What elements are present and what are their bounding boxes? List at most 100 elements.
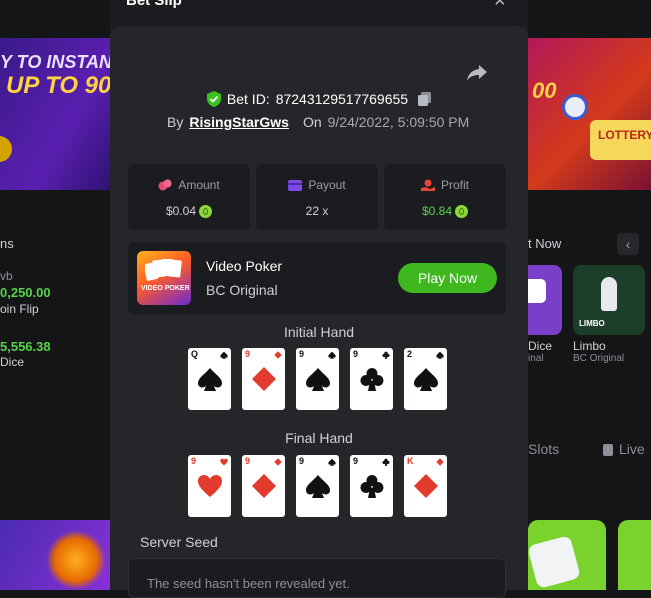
tile2-name: Limbo xyxy=(573,339,606,353)
spade-suit-icon xyxy=(220,351,228,359)
spade-suit-icon xyxy=(436,351,444,359)
promo-banner-right[interactable]: 00 LOTTERY xyxy=(528,38,651,190)
server-seed-label: Server Seed xyxy=(140,534,218,550)
server-seed-field: The seed hasn't been revealed yet. xyxy=(128,558,506,598)
win1-amount: 0,250.00 xyxy=(0,285,51,300)
coins-icon xyxy=(158,179,172,191)
promo-card-bottom-left[interactable] xyxy=(0,520,112,590)
copy-icon[interactable] xyxy=(418,92,432,106)
game-name: Video Poker xyxy=(206,258,283,274)
diamond-suit-icon xyxy=(274,351,282,359)
game-info-row: VIDEO POKER Video Poker BC Original Play… xyxy=(128,242,506,314)
final-hand-card-4: 9 xyxy=(350,455,393,517)
username-link[interactable]: RisingStarGws xyxy=(189,114,289,130)
card-rank: 9 xyxy=(299,456,305,466)
spade-suit-icon xyxy=(306,475,330,498)
lottery-ball-icon xyxy=(562,94,588,120)
currency-coin-icon xyxy=(199,204,213,218)
tab-slots[interactable]: Slots xyxy=(528,441,559,457)
final-hand: 9 9 9 9 K xyxy=(188,455,447,517)
banner-left-line1: Y TO INSTANTLY xyxy=(0,52,112,72)
spade-suit-icon xyxy=(328,458,336,466)
stat-profit-value: $0.84 xyxy=(421,204,453,218)
club-suit-icon xyxy=(360,368,384,391)
banner-left-line2: UP TO 90% xyxy=(6,72,112,99)
banner-right-ticket-text: LOTTERY xyxy=(598,128,651,142)
bet-datetime: 9/24/2022, 5:09:50 PM xyxy=(327,114,470,130)
club-suit-icon xyxy=(360,475,384,498)
limbo-tile-title: LIMBO xyxy=(579,319,605,328)
stat-amount-value: $0.04 xyxy=(165,204,197,218)
hand-coin-icon xyxy=(420,179,435,191)
wins-heading: ns xyxy=(0,236,14,251)
initial-hand-card-2: 9 xyxy=(242,348,285,410)
stat-profit-label: Profit xyxy=(440,178,469,192)
game-tile-limbo[interactable]: LIMBO xyxy=(573,265,645,335)
by-label: By xyxy=(167,114,184,130)
wallet-icon xyxy=(288,180,303,191)
currency-coin-icon xyxy=(455,204,469,218)
final-hand-card-2: 9 xyxy=(242,455,285,517)
card-rank: Q xyxy=(191,349,199,359)
thumbnail-title: VIDEO POKER xyxy=(141,285,190,292)
burst-graphic xyxy=(46,530,106,590)
card-rank: 9 xyxy=(353,456,359,466)
play-now-button[interactable]: Play Now xyxy=(398,263,497,293)
on-label: On xyxy=(302,114,322,130)
club-suit-icon xyxy=(382,351,390,359)
win1-game: oin Flip xyxy=(0,302,39,316)
tile1-name: Dice xyxy=(528,339,553,353)
initial-hand-card-5: 2 xyxy=(404,348,447,410)
bet-id-label: Bet ID: xyxy=(226,91,270,107)
spade-suit-icon xyxy=(306,368,330,391)
spade-suit-icon xyxy=(328,351,336,359)
card-rank: 2 xyxy=(407,349,413,359)
stat-amount: Amount $0.04 xyxy=(128,164,250,230)
tab-live[interactable]: Live xyxy=(603,441,645,457)
initial-hand-card-1: Q xyxy=(188,348,231,410)
bet-slip-modal: Bet Slip × Bet ID: 87243129517769655 By … xyxy=(110,0,528,598)
heart-suit-icon xyxy=(198,475,222,497)
game-card-bottom-right[interactable] xyxy=(618,520,651,590)
card-rank: 9 xyxy=(191,456,197,466)
tile2-sub: BC Original xyxy=(573,353,625,364)
share-icon[interactable] xyxy=(466,64,488,82)
card-rank: 9 xyxy=(245,349,251,359)
card-rank: K xyxy=(407,456,414,466)
initial-hand-card-4: 9 xyxy=(350,348,393,410)
new-games-heading: t Now xyxy=(528,236,562,251)
game-card-dice-bottom[interactable] xyxy=(528,520,606,590)
spade-suit-icon xyxy=(414,368,438,391)
bet-id-row: Bet ID: 87243129517769655 xyxy=(110,90,528,108)
diamond-suit-icon xyxy=(436,458,444,466)
heart-suit-icon xyxy=(220,458,228,466)
diamond-suit-icon xyxy=(414,474,438,498)
banner-right-number: 00 xyxy=(532,78,557,103)
win1-user: vb xyxy=(0,269,13,283)
close-icon[interactable]: × xyxy=(494,0,506,13)
promo-banner-left[interactable]: Y TO INSTANTLY UP TO 90% xyxy=(0,38,112,190)
card-rank: 9 xyxy=(245,456,251,466)
initial-hand-card-3: 9 xyxy=(296,348,339,410)
chevron-left-icon[interactable]: ‹ xyxy=(617,233,639,255)
club-suit-icon xyxy=(382,458,390,466)
coin-graphic xyxy=(0,136,12,162)
initial-hand-title: Initial Hand xyxy=(283,324,355,340)
rocket-icon xyxy=(601,277,617,311)
stat-payout-value: 22 x xyxy=(305,204,329,218)
diamond-suit-icon xyxy=(274,458,282,466)
stat-payout-label: Payout xyxy=(308,178,346,192)
tile1-sub: inal xyxy=(528,353,544,364)
stat-amount-label: Amount xyxy=(178,178,220,192)
bet-byline: By RisingStarGws On 9/24/2022, 5:09:50 P… xyxy=(167,114,469,130)
win2-amount: 5,556.38 xyxy=(0,339,51,354)
server-seed-value: The seed hasn't been revealed yet. xyxy=(147,576,350,591)
final-hand-card-5: K xyxy=(404,455,447,517)
stat-payout: Payout 22 x xyxy=(256,164,378,230)
live-icon xyxy=(603,444,613,457)
initial-hand: Q 9 9 9 2 xyxy=(188,348,447,410)
bet-slip-card: Bet ID: 87243129517769655 By RisingStarG… xyxy=(110,26,528,590)
video-poker-thumbnail[interactable]: VIDEO POKER xyxy=(137,251,191,305)
card-rank: 9 xyxy=(299,349,305,359)
bet-id-value: 87243129517769655 xyxy=(275,91,409,107)
